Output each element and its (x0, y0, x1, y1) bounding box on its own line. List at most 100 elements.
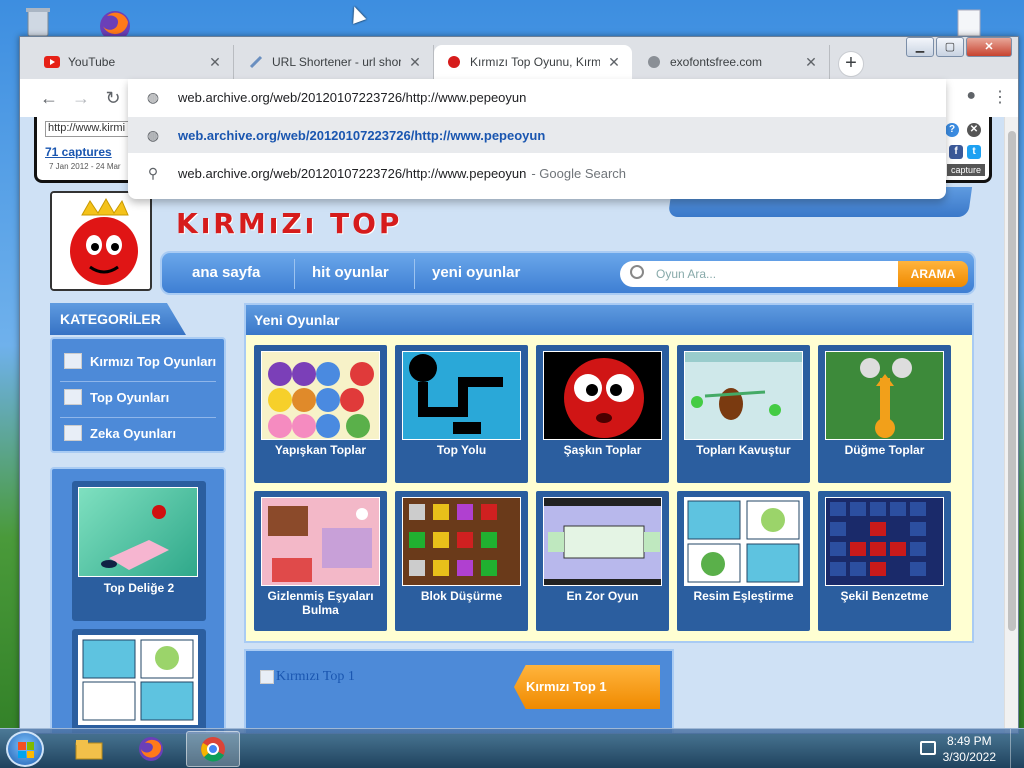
profile-icon[interactable]: ● (966, 87, 976, 107)
system-clock[interactable]: 8:49 PM 3/30/2022 (943, 733, 996, 765)
featured-panel: Kırmızı Top 1 Kırmızı Top 1 (244, 649, 674, 733)
tab-title: Kırmızı Top Oyunu, Kırmız (470, 55, 600, 69)
sidebar-game-card[interactable] (72, 629, 206, 733)
tab-exofontsfree[interactable]: exofontsfree.com ✕ (634, 45, 830, 79)
broken-image-icon (64, 389, 82, 405)
sidebar-game-card[interactable]: Top Deliğe 2 (72, 481, 206, 621)
wayback-capture-button[interactable]: capture (946, 164, 985, 176)
scrollbar-thumb[interactable] (1008, 131, 1016, 631)
tab-youtube[interactable]: YouTube ✕ (32, 45, 234, 79)
wayback-captures-link[interactable]: 71 captures (45, 145, 112, 159)
menu-kebab-icon[interactable]: ⋮ (992, 87, 1008, 107)
site-logo[interactable] (50, 191, 152, 291)
category-separator (60, 417, 216, 418)
game-card[interactable]: Düğme Toplar (818, 345, 951, 483)
game-card[interactable]: Top Yolu (395, 345, 528, 483)
game-card[interactable]: En Zor Oyun (536, 491, 669, 631)
file-explorer-icon[interactable] (62, 731, 116, 767)
category-kirmizi-top[interactable]: Kırmızı Top Oyunları (64, 351, 216, 371)
new-tab-button[interactable]: + (838, 51, 864, 77)
suggestion-suffix: - Google Search (531, 165, 627, 181)
nav-yeni-oyunlar[interactable]: yeni oyunlar (432, 264, 520, 281)
game-title: Topları Kavuştur (696, 443, 791, 457)
omnibox-dropdown: ◍ web.archive.org/web/20120107223726/htt… (128, 79, 946, 199)
category-top-oyunlari[interactable]: Top Oyunları (64, 387, 169, 407)
featured-game-button[interactable]: Kırmızı Top 1 (514, 665, 660, 709)
close-tab-icon[interactable]: ✕ (407, 54, 423, 71)
nav-ana-sayfa[interactable]: ana sayfa (192, 264, 260, 281)
youtube-icon (44, 54, 60, 70)
wayback-url-field[interactable]: http://www.kirmi (45, 121, 135, 137)
wayback-close-icon[interactable]: ✕ (967, 123, 981, 137)
game-card[interactable]: Yapışkan Toplar (254, 345, 387, 483)
category-label: Top Oyunları (90, 389, 170, 405)
close-tab-icon[interactable]: ✕ (606, 54, 622, 71)
featured-image-alt: Kırmızı Top 1 (276, 669, 355, 684)
game-thumbnail (78, 487, 198, 577)
wayback-dates: 7 Jan 2012 - 24 Mar (49, 162, 121, 171)
network-tray-icon[interactable] (920, 741, 936, 755)
wayback-help-icon[interactable]: ? (945, 123, 959, 137)
site-brand-title[interactable]: KıRMıZı TOP (176, 207, 402, 240)
game-thumbnail (261, 497, 380, 586)
firefox-icon[interactable] (124, 731, 178, 767)
category-separator (60, 381, 216, 382)
twitter-icon[interactable]: t (967, 145, 981, 159)
forward-arrow-icon[interactable]: → (70, 87, 92, 109)
new-games-panel: Yeni Oyunlar Yapışkan Toplar Top Yolu Şa… (244, 303, 974, 643)
game-card[interactable]: Blok Düşürme (395, 491, 528, 631)
omnibox-suggestion-url[interactable]: ◍ web.archive.org/web/20120107223726/htt… (128, 117, 946, 153)
sidebar-games: Top Deliğe 2 (50, 467, 226, 733)
window-controls: ▁ ▢ ✕ (904, 37, 1012, 59)
facebook-icon[interactable]: f (949, 145, 963, 159)
back-arrow-icon[interactable]: ← (38, 87, 60, 109)
suggestion-text: web.archive.org/web/20120107223726/http:… (178, 165, 527, 181)
show-desktop-button[interactable] (1010, 729, 1024, 768)
minimize-button[interactable]: ▁ (906, 37, 934, 57)
chrome-icon[interactable] (186, 731, 240, 767)
game-thumbnail (684, 351, 803, 440)
start-button[interactable] (6, 731, 44, 767)
game-card[interactable]: Gizlenmiş Eşyaları Bulma (254, 491, 387, 631)
close-tab-icon[interactable]: ✕ (803, 54, 819, 71)
close-window-button[interactable]: ✕ (966, 37, 1012, 57)
tab-url-shortener[interactable]: URL Shortener - url shorte ✕ (236, 45, 434, 79)
page-scrollbar[interactable] (1004, 117, 1018, 733)
url-shortener-icon (248, 54, 264, 70)
game-title: Gizlenmiş Eşyaları Bulma (267, 589, 374, 617)
maximize-button[interactable]: ▢ (936, 37, 964, 57)
taskbar: 8:49 PM 3/30/2022 (0, 728, 1024, 768)
game-thumbnail (543, 351, 662, 440)
reload-icon[interactable]: ↻ (102, 87, 124, 109)
close-tab-icon[interactable]: ✕ (207, 54, 223, 71)
game-card[interactable]: Şaşkın Toplar (536, 345, 669, 483)
toolbar-right: ● ⋮ (966, 87, 1008, 107)
game-title: Düğme Toplar (844, 443, 925, 457)
featured-image[interactable]: Kırmızı Top 1 (260, 669, 355, 685)
category-label: Zeka Oyunları (90, 425, 176, 441)
red-ball-icon (446, 54, 462, 70)
search-button[interactable]: ARAMA (898, 261, 968, 287)
search-icon (630, 265, 644, 279)
tab-strip: YouTube ✕ URL Shortener - url shorte ✕ K… (20, 37, 1018, 79)
category-zeka-oyunlari[interactable]: Zeka Oyunları (64, 423, 176, 443)
broken-image-icon (64, 353, 82, 369)
omnibox-text: web.archive.org/web/20120107223726/http:… (178, 89, 527, 105)
game-card[interactable]: Şekil Benzetme (818, 491, 951, 631)
game-title: Şaşkın Toplar (563, 443, 642, 457)
tab-title: YouTube (68, 55, 116, 69)
site-search-input[interactable]: Oyun Ara... (620, 261, 898, 287)
chrome-window: YouTube ✕ URL Shortener - url shorte ✕ K… (19, 36, 1019, 734)
omnibox-suggestion-search[interactable]: ⚲ web.archive.org/web/20120107223726/htt… (128, 155, 946, 191)
game-title: Top Yolu (436, 443, 487, 457)
game-card[interactable]: Topları Kavuştur (677, 345, 810, 483)
game-title: Top Deliğe 2 (103, 581, 175, 595)
clock-date: 3/30/2022 (942, 750, 996, 764)
tab-kirmizi-top[interactable]: Kırmızı Top Oyunu, Kırmız ✕ (434, 45, 632, 79)
windows-logo-icon (18, 742, 34, 758)
game-title: Resim Eşleştirme (693, 589, 794, 603)
omnibox-input[interactable]: ◍ web.archive.org/web/20120107223726/htt… (128, 79, 946, 115)
nav-hit-oyunlar[interactable]: hit oyunlar (312, 264, 389, 281)
game-card[interactable]: Resim Eşleştirme (677, 491, 810, 631)
game-title: En Zor Oyun (566, 589, 639, 603)
